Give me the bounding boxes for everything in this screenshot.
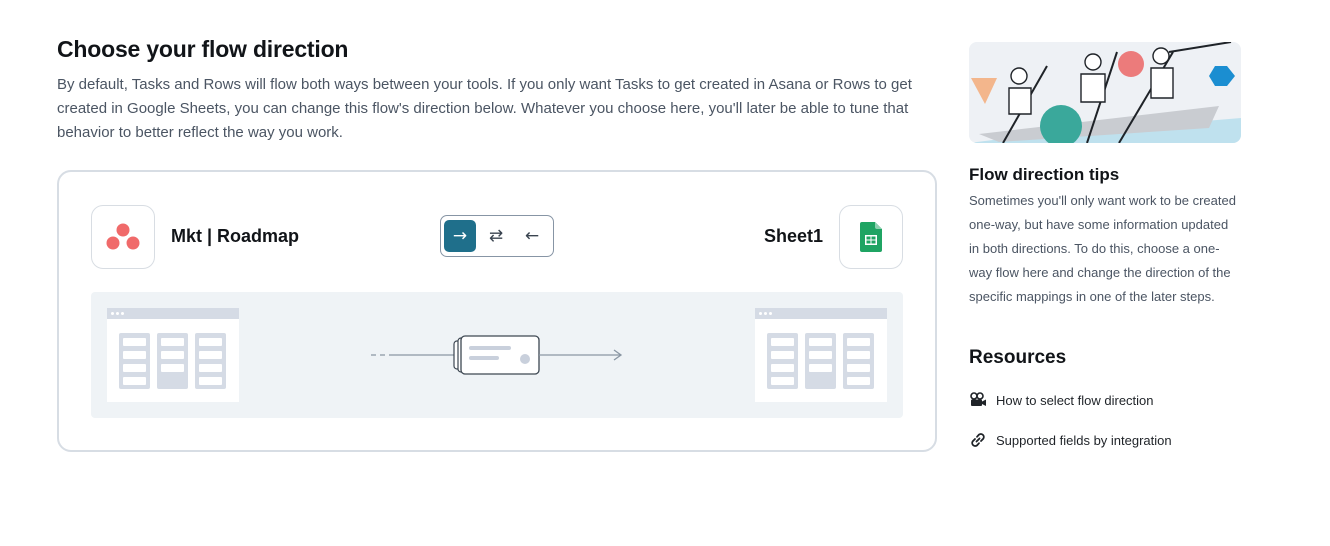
direction-two-way-button[interactable]: ⇄: [480, 220, 512, 252]
flow-arrow-illustration: [371, 335, 623, 375]
flow-direction-toggle: → ⇄ ←: [440, 215, 554, 257]
source-board-illustration: [107, 308, 239, 402]
tips-sidebar: Flow direction tips Sometimes you'll onl…: [969, 42, 1241, 449]
resource-link-supported-fields[interactable]: Supported fields by integration: [969, 431, 1241, 449]
page-title: Choose your flow direction: [57, 36, 349, 62]
rowing-team-illustration: [969, 42, 1241, 143]
target-tool-name: Sheet1: [763, 226, 823, 246]
direction-one-way-right-button[interactable]: →: [444, 220, 476, 252]
page-description: By default, Tasks and Rows will flow bot…: [57, 76, 912, 141]
resource-link-label: How to select flow direction: [996, 392, 1154, 408]
direction-one-way-left-button[interactable]: ←: [516, 220, 548, 252]
source-tool-name: Mkt | Roadmap: [171, 226, 300, 246]
flow-direction-card: Mkt | Roadmap → ⇄ ← Sheet1: [57, 170, 937, 452]
tips-title: Flow direction tips: [969, 165, 1120, 184]
video-camera-icon: [969, 391, 987, 409]
target-board-illustration: [755, 308, 887, 402]
tips-text: Sometimes you'll only want work to be cr…: [969, 193, 1236, 304]
flow-illustration: [91, 292, 903, 418]
main-section: Choose your flow direction By default, T…: [57, 36, 937, 145]
resources-title: Resources: [969, 347, 1067, 368]
resource-link-label: Supported fields by integration: [996, 432, 1172, 448]
link-icon: [969, 431, 987, 449]
resource-link-flow-direction[interactable]: How to select flow direction: [969, 391, 1241, 409]
asana-logo-icon: [91, 205, 155, 269]
google-sheets-logo-icon: [839, 205, 903, 269]
